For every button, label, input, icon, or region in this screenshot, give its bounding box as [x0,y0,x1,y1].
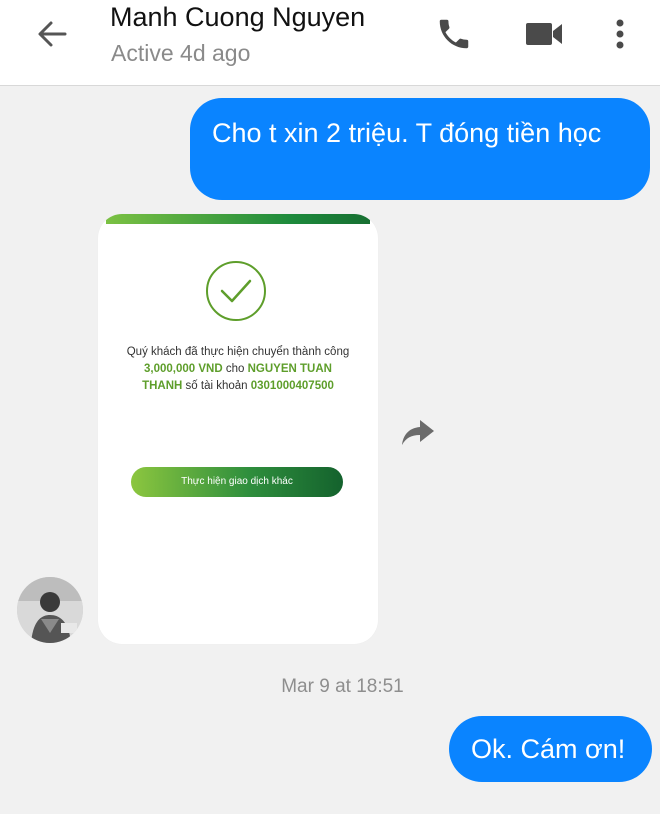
phone-icon [439,19,469,49]
account-label: số tài khoản [182,380,251,392]
recipient-name-part1: NGUYEN TUAN [247,363,332,375]
to-word: cho [222,363,248,375]
outgoing-message[interactable]: Cho t xin 2 triệu. T đóng tiền học [190,98,650,200]
avatar-photo [17,577,83,643]
active-status: Active 4d ago [111,40,251,66]
receipt-line-2: 3,000,000 VND cho NGUYEN TUAN [116,361,360,378]
voice-call-button[interactable] [432,12,476,56]
forward-arrow-icon [402,420,434,445]
receipt-line-3: THANH số tài khoản 0301000407500 [116,378,360,395]
account-number: 0301000407500 [250,380,334,392]
transfer-amount: 3,000,000 VND [144,363,223,375]
conversation-header: Manh Cuong Nguyen Active 4d ago [0,0,660,86]
receipt-header-bar [106,214,370,224]
video-call-button[interactable] [520,14,568,54]
more-vertical-icon [616,19,624,49]
outgoing-message[interactable]: Ok. Cám ơn! [449,716,652,782]
recipient-name-part2: THANH [142,380,183,392]
more-options-button[interactable] [606,12,634,56]
check-circle-icon [206,261,266,321]
forward-button[interactable] [398,414,438,450]
receipt-line-1: Quý khách đã thực hiện chuyển thành công [126,346,350,358]
video-camera-icon [526,23,562,45]
arrow-left-icon [38,21,67,47]
transfer-receipt-image[interactable]: Quý khách đã thực hiện chuyển thành công… [98,214,378,644]
contact-avatar[interactable] [17,577,83,643]
message-timestamp: Mar 9 at 18:51 [281,676,404,697]
receipt-message: Quý khách đã thực hiện chuyển thành công… [116,344,360,395]
back-button[interactable] [30,12,74,56]
contact-name[interactable]: Manh Cuong Nguyen [110,2,365,33]
new-transaction-button: Thực hiện giao dịch khác [131,467,343,497]
